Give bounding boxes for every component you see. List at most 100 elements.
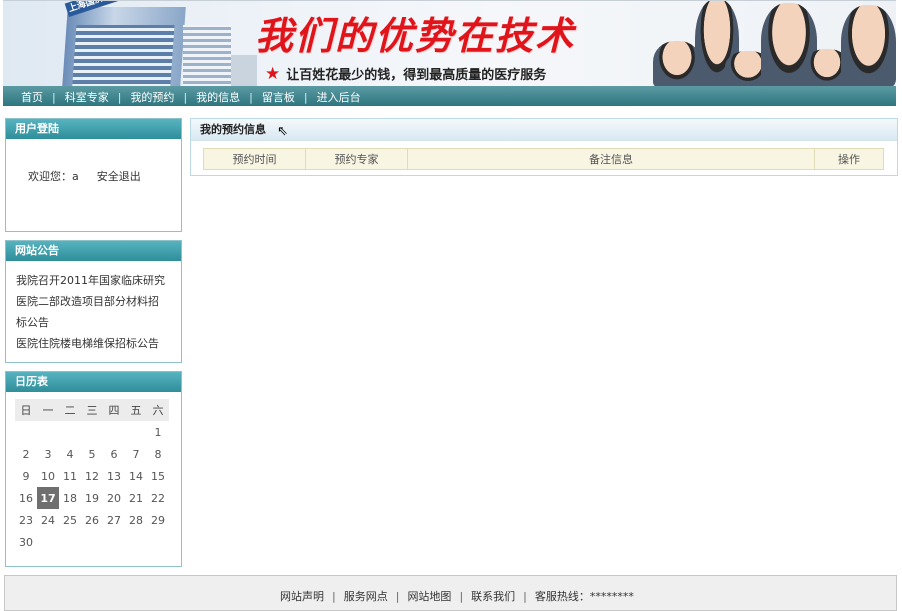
calendar-day[interactable]: 15 — [147, 465, 169, 487]
calendar-day[interactable]: 25 — [59, 509, 81, 531]
calendar-day[interactable]: 16 — [15, 487, 37, 509]
calendar-day[interactable]: 17 — [37, 487, 59, 509]
calendar-day[interactable]: 21 — [125, 487, 147, 509]
footer-link-service-points[interactable]: 服务网点 — [344, 590, 388, 603]
footer-separator: | — [332, 590, 336, 603]
calendar-empty-cell — [59, 421, 81, 443]
calendar-day[interactable]: 19 — [81, 487, 103, 509]
nav-departments-experts[interactable]: 科室专家 — [65, 91, 109, 104]
calendar-empty-cell — [37, 531, 59, 553]
column-header-actions: 操作 — [814, 148, 884, 170]
logout-link[interactable]: 安全退出 — [97, 170, 141, 183]
calendar-day[interactable]: 11 — [59, 465, 81, 487]
weekday-header: 三 — [81, 399, 103, 421]
calendar-day[interactable]: 26 — [81, 509, 103, 531]
nav-separator: | — [117, 91, 122, 104]
calendar-day[interactable]: 10 — [37, 465, 59, 487]
weekday-header: 五 — [125, 399, 147, 421]
mouse-cursor-icon: ⇖ — [277, 124, 288, 139]
weekday-header: 一 — [37, 399, 59, 421]
calendar-week-row: 30 — [15, 531, 169, 553]
calendar-day[interactable]: 6 — [103, 443, 125, 465]
table-header-row: 预约时间 预约专家 备注信息 操作 — [203, 148, 884, 170]
calendar-day[interactable]: 14 — [125, 465, 147, 487]
calendar-day[interactable]: 27 — [103, 509, 125, 531]
weekday-header: 四 — [103, 399, 125, 421]
calendar-day[interactable]: 18 — [59, 487, 81, 509]
calendar-week-row: 23 24 25 26 27 28 29 — [15, 509, 169, 531]
footer-link-sitemap[interactable]: 网站地图 — [407, 590, 451, 603]
weekday-header: 二 — [59, 399, 81, 421]
notice-item[interactable]: 医院住院楼电梯维保招标公告 — [16, 333, 181, 354]
calendar-day[interactable]: 24 — [37, 509, 59, 531]
calendar-week-row: 16 17 18 19 20 21 22 — [15, 487, 169, 509]
calendar-week-row: 2345678 — [15, 443, 169, 465]
calendar-day[interactable]: 23 — [15, 509, 37, 531]
footer-separator: | — [395, 590, 400, 603]
login-panel-title: 用户登陆 — [6, 119, 181, 139]
footer-separator: | — [459, 590, 464, 603]
calendar-empty-cell — [37, 421, 59, 443]
calendar-week-row: 9 10 11 12 13 14 15 — [15, 465, 169, 487]
nav-message-board[interactable]: 留言板 — [262, 91, 295, 104]
calendar-day[interactable]: 20 — [103, 487, 125, 509]
calendar-empty-cell — [59, 531, 81, 553]
nav-my-appointments[interactable]: 我的预约 — [130, 91, 174, 104]
notice-item[interactable]: 我院召开2011年国家临床研究 — [16, 270, 181, 291]
calendar-weekday-row: 日 一 二 三 四 五 六 — [15, 399, 169, 421]
nav-home[interactable]: 首页 — [21, 91, 43, 104]
calendar-empty-cell — [147, 531, 169, 553]
doctors-photo — [649, 1, 896, 87]
weekday-header: 日 — [15, 399, 37, 421]
calendar-day[interactable]: 12 — [81, 465, 103, 487]
calendar-empty-cell — [103, 531, 125, 553]
nav-separator: | — [303, 91, 308, 104]
calendar-day[interactable]: 22 — [147, 487, 169, 509]
nav-admin[interactable]: 进入后台 — [317, 91, 361, 104]
nav-separator: | — [183, 91, 188, 104]
main-nav: 首页 | 科室专家 | 我的预约 | 我的信息 | 留言板 | 进入后台 — [3, 86, 896, 106]
notice-list: 我院召开2011年国家临床研究 医院二部改造项目部分材料招标公告 医院住院楼电梯… — [6, 261, 181, 354]
nav-my-info[interactable]: 我的信息 — [196, 91, 240, 104]
calendar-day[interactable]: 2 — [15, 443, 37, 465]
hospital-building-image — [62, 7, 186, 87]
nav-separator: | — [52, 91, 56, 104]
footer: 网站声明 | 服务网点 | 网站地图 | 联系我们 | 客服热线：******** — [4, 575, 897, 611]
weekday-header: 六 — [147, 399, 169, 421]
footer-separator: | — [523, 590, 527, 603]
calendar-empty-cell — [125, 421, 147, 443]
calendar-week-row: 1 — [15, 421, 169, 443]
calendar-day[interactable]: 4 — [59, 443, 81, 465]
calendar-day[interactable]: 30 — [15, 531, 37, 553]
calendar-day[interactable]: 8 — [147, 443, 169, 465]
footer-link-statement[interactable]: 网站声明 — [280, 590, 324, 603]
calendar-day[interactable]: 29 — [147, 509, 169, 531]
calendar-empty-cell — [81, 531, 103, 553]
login-status: 欢迎您：a 安全退出 — [28, 168, 141, 184]
header-banner: 上海国济男子医院 我们的优势在技术 ★让百姓花最少的钱，得到最高质量的医疗服务 — [3, 0, 896, 87]
banner-slogan: 我们的优势在技术 — [255, 13, 576, 58]
column-header-expert: 预约专家 — [305, 148, 408, 170]
calendar-panel: 日历表 日 一 二 三 四 五 六 1 2 3 4 5 6 7 8 9 10 11 12 13 14 15 1… — [5, 371, 182, 567]
notice-panel: 网站公告 我院召开2011年国家临床研究 医院二部改造项目部分材料招标公告 医院… — [5, 240, 182, 363]
footer-link-contact[interactable]: 联系我们 — [471, 590, 515, 603]
calendar-table: 日 一 二 三 四 五 六 1 2 3 4 5 6 7 8 9 10 11 12 13 14 15 16 17 1… — [15, 399, 169, 553]
notice-item[interactable]: 医院二部改造项目部分材料招标公告 — [16, 291, 181, 333]
calendar-day[interactable]: 5 — [81, 443, 103, 465]
calendar-day[interactable]: 1 — [147, 421, 169, 443]
calendar-panel-title: 日历表 — [6, 372, 181, 392]
appointments-panel: 我的预约信息 ⇖ 预约时间 预约专家 备注信息 操作 — [190, 118, 898, 176]
calendar-day[interactable]: 28 — [125, 509, 147, 531]
calendar-empty-cell — [81, 421, 103, 443]
nav-separator: | — [249, 91, 253, 104]
calendar-empty-cell — [15, 421, 37, 443]
banner-subtitle-text: 让百姓花最少的钱，得到最高质量的医疗服务 — [286, 68, 547, 83]
banner-subtitle: ★ 让百姓花最少的钱，得到最高质量的医疗服务 — [265, 64, 546, 84]
notice-panel-title: 网站公告 — [6, 241, 181, 261]
appointments-table: 预约时间 预约专家 备注信息 操作 — [203, 148, 884, 170]
calendar-day[interactable]: 3 — [37, 443, 59, 465]
calendar-day[interactable]: 9 — [15, 465, 37, 487]
building-image — [183, 25, 231, 87]
calendar-day[interactable]: 13 — [103, 465, 125, 487]
calendar-day[interactable]: 7 — [125, 443, 147, 465]
